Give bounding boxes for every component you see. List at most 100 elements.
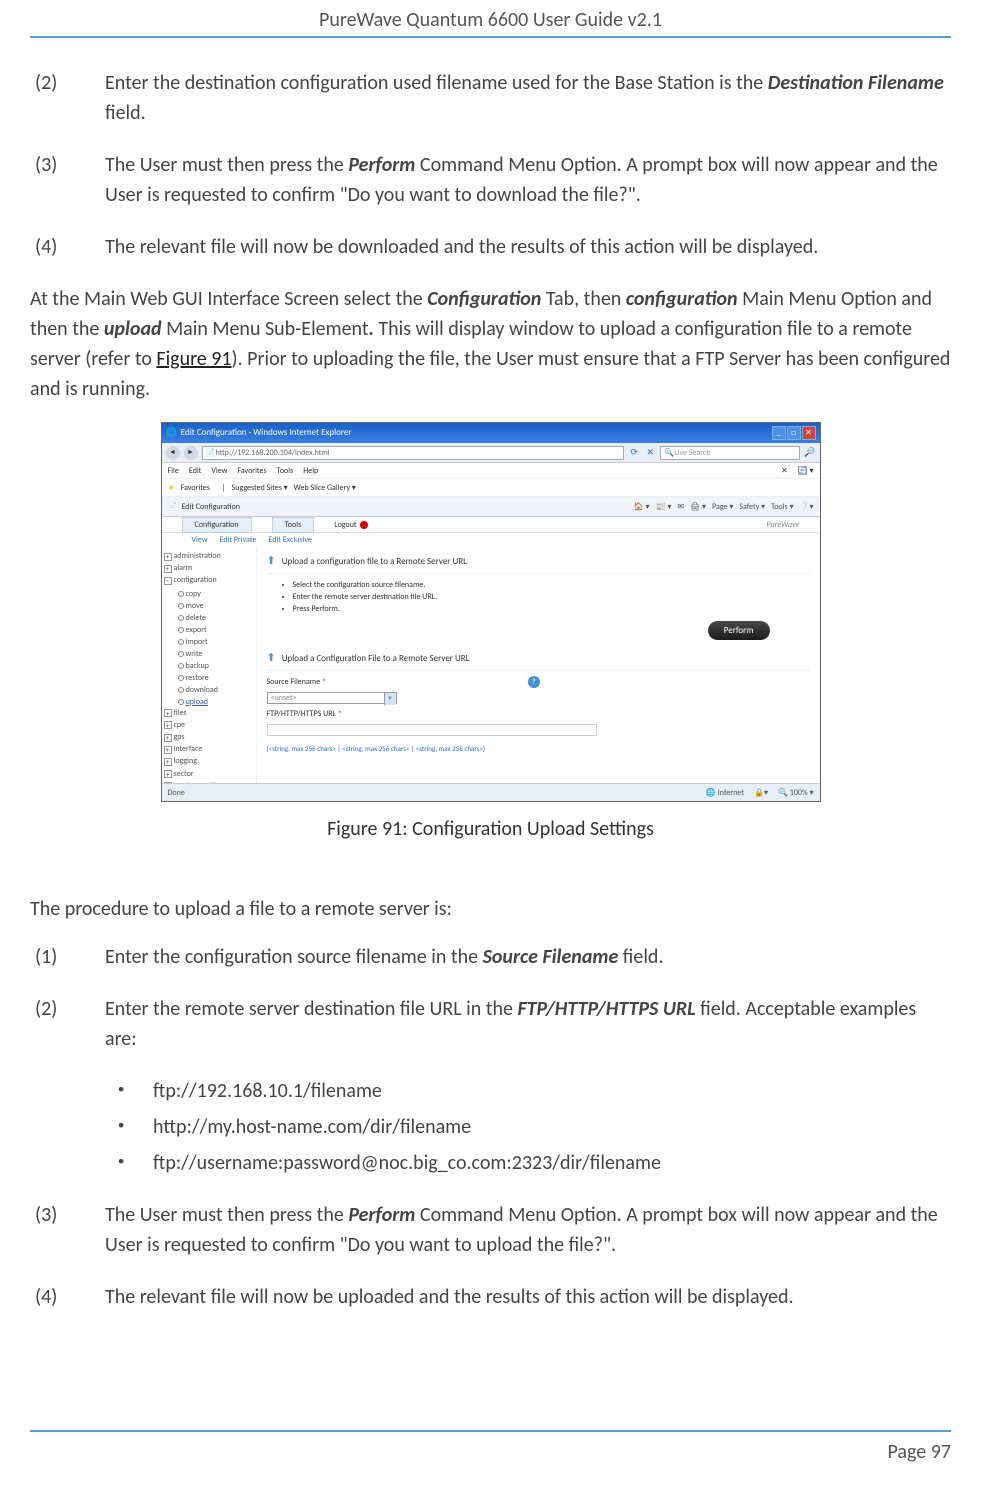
numbered-step: (4)The relevant file will now be downloa… <box>30 232 951 262</box>
print-icon[interactable]: 🖨 ▾ <box>690 501 706 513</box>
upload-icon-2: ⬆ <box>267 650 276 667</box>
search-magnifier-icon[interactable]: 🔎 <box>804 446 815 460</box>
intro-paragraph: At the Main Web GUI Interface Screen sel… <box>30 284 951 404</box>
sidebar-sub-upload[interactable]: upload <box>164 696 254 708</box>
favorites-star-icon[interactable]: ★ <box>168 482 175 494</box>
source-filename-label: Source Filename <box>267 677 321 687</box>
help-line-3: Press Perform. <box>293 603 810 615</box>
feeds-icon[interactable]: 📰 ▾ <box>656 501 672 513</box>
logout-button[interactable]: Logout <box>334 519 367 531</box>
tab-bar: 📄 Edit Configuration 🏠 ▾ 📰 ▾ ✉ 🖨 ▾ Page … <box>162 497 820 517</box>
window-title: Edit Configuration - Windows Internet Ex… <box>181 426 352 440</box>
menu-bar: File Edit View Favorites Tools Help ✕ 🔄 … <box>162 463 820 479</box>
sidebar-sub-move[interactable]: move <box>164 600 254 612</box>
sidebar-item-administration[interactable]: +administration <box>164 551 254 563</box>
logout-icon <box>360 521 368 529</box>
sidebar-item-logging[interactable]: +logging <box>164 756 254 768</box>
menu-view[interactable]: View <box>211 465 227 477</box>
numbered-step: (2)Enter the destination configuration u… <box>30 68 951 128</box>
subtab-view[interactable]: View <box>192 534 208 546</box>
home-icon[interactable]: 🏠 ▾ <box>634 501 650 513</box>
stop-icon[interactable]: ✕ <box>644 447 656 459</box>
maximize-button[interactable]: □ <box>787 426 801 440</box>
back-button[interactable]: ◄ <box>166 446 180 460</box>
menu-file[interactable]: File <box>168 465 179 477</box>
url-example-item: ftp://192.168.10.1/filename <box>108 1076 951 1106</box>
forward-button[interactable]: ► <box>184 446 198 460</box>
subtab-edit-exclusive[interactable]: Edit Exclusive <box>268 534 311 546</box>
minimize-button[interactable]: _ <box>772 426 786 440</box>
help-icon[interactable]: ❔▾ <box>800 501 814 513</box>
sidebar-item-configuration[interactable]: −configuration <box>164 575 254 587</box>
required-star-2: * <box>338 709 342 719</box>
web-slice-link[interactable]: Web Slice Gallery ▾ <box>294 482 356 494</box>
required-star: * <box>322 677 326 687</box>
source-filename-select[interactable]: <unset> ▼ <box>267 692 397 704</box>
sidebar-item-files[interactable]: +files <box>164 708 254 720</box>
url-input[interactable]: 📄 http://192.168.200.104/index.html <box>202 446 625 460</box>
menu-tools[interactable]: Tools <box>277 465 294 477</box>
sidebar-sub-download[interactable]: download <box>164 684 254 696</box>
search-placeholder: Live Search <box>674 447 710 459</box>
url-example-item: http://my.host-name.com/dir/filename <box>108 1112 951 1142</box>
numbered-step: (3)The User must then press the Perform … <box>30 150 951 210</box>
convert-icon[interactable]: 🔄 ▾ <box>798 465 814 477</box>
logout-label: Logout <box>334 519 356 531</box>
tools-tab[interactable]: Tools <box>272 517 315 533</box>
sidebar-item-gps[interactable]: +gps <box>164 732 254 744</box>
numbered-step: (2)Enter the remote server destination f… <box>30 994 951 1054</box>
browser-tab[interactable]: 📄 Edit Configuration <box>168 501 240 513</box>
header-divider <box>30 36 951 38</box>
url-field-input[interactable] <box>267 724 597 736</box>
source-filename-value: <unset> <box>271 692 297 704</box>
sidebar-sub-export[interactable]: export <box>164 624 254 636</box>
menu-favorites[interactable]: Favorites <box>237 465 266 477</box>
subtab-edit-private[interactable]: Edit Private <box>220 534 257 546</box>
sidebar-sub-delete[interactable]: delete <box>164 612 254 624</box>
page-number: Page 97 <box>30 1440 951 1464</box>
brand-label: PureWave <box>766 519 799 531</box>
refresh-icon[interactable]: ⟳ <box>628 447 640 459</box>
url-hint: (<string, max 256 chars> | <string, max … <box>267 744 810 755</box>
status-bar: Done 🌐 Internet 🔒▾ 🔍 100% ▾ <box>162 783 820 801</box>
address-bar: ◄ ► 📄 http://192.168.200.104/index.html … <box>162 443 820 463</box>
sidebar-sub-write[interactable]: write <box>164 648 254 660</box>
embedded-screenshot: 🌐 Edit Configuration - Windows Internet … <box>161 422 821 802</box>
panel2-title: Upload a Configuration File to a Remote … <box>282 652 470 666</box>
upload-icon: ⬆ <box>267 553 276 570</box>
sidebar-sub-import[interactable]: import <box>164 636 254 648</box>
sidebar-item-interface[interactable]: +interface <box>164 744 254 756</box>
sidebar-item-sector[interactable]: +sector <box>164 769 254 781</box>
url-text: http://192.168.200.104/index.html <box>215 447 329 459</box>
dropdown-arrow-icon: ▼ <box>384 693 396 705</box>
internet-icon: 🌐 <box>706 788 716 798</box>
tab-close-icon[interactable]: ✕ <box>781 465 788 477</box>
close-button[interactable]: ✕ <box>802 426 816 440</box>
sidebar-item-cpe[interactable]: +cpe <box>164 720 254 732</box>
figure-caption: Figure 91: Configuration Upload Settings <box>30 814 951 844</box>
info-icon[interactable]: ? <box>528 676 540 688</box>
toolbar-tools[interactable]: Tools ▾ <box>771 501 793 513</box>
panel1-title: Upload a configuration file to a Remote … <box>282 555 467 569</box>
menu-edit[interactable]: Edit <box>189 465 202 477</box>
sidebar-item-alarm[interactable]: +alarm <box>164 563 254 575</box>
sidebar-sub-backup[interactable]: backup <box>164 660 254 672</box>
mail-icon[interactable]: ✉ <box>677 501 684 513</box>
sidebar-sub-copy[interactable]: copy <box>164 588 254 600</box>
perform-button[interactable]: Perform <box>708 621 770 641</box>
menu-help[interactable]: Help <box>303 465 318 477</box>
page-header-title: PureWave Quantum 6600 User Guide v2.1 <box>30 0 951 36</box>
suggested-sites-link[interactable]: Suggested Sites ▾ <box>232 482 288 494</box>
sidebar-sub-restore[interactable]: restore <box>164 672 254 684</box>
tab-page-icon: 📄 <box>168 501 178 513</box>
procedure-intro: The procedure to upload a file to a remo… <box>30 894 951 924</box>
help-line-1: Select the configuration source filename… <box>293 579 810 591</box>
status-internet: Internet <box>718 788 744 798</box>
search-input[interactable]: 🔍 Live Search <box>660 446 800 460</box>
toolbar-page[interactable]: Page ▾ <box>712 501 733 513</box>
toolbar-safety[interactable]: Safety ▾ <box>739 501 765 513</box>
favorites-bar: ★ Favorites | Suggested Sites ▾ Web Slic… <box>162 479 820 497</box>
app-tab-row: Configuration Tools Logout PureWave <box>162 517 820 533</box>
url-field-label: FTP/HTTP/HTTPS URL <box>267 709 336 719</box>
configuration-tab[interactable]: Configuration <box>182 517 252 533</box>
